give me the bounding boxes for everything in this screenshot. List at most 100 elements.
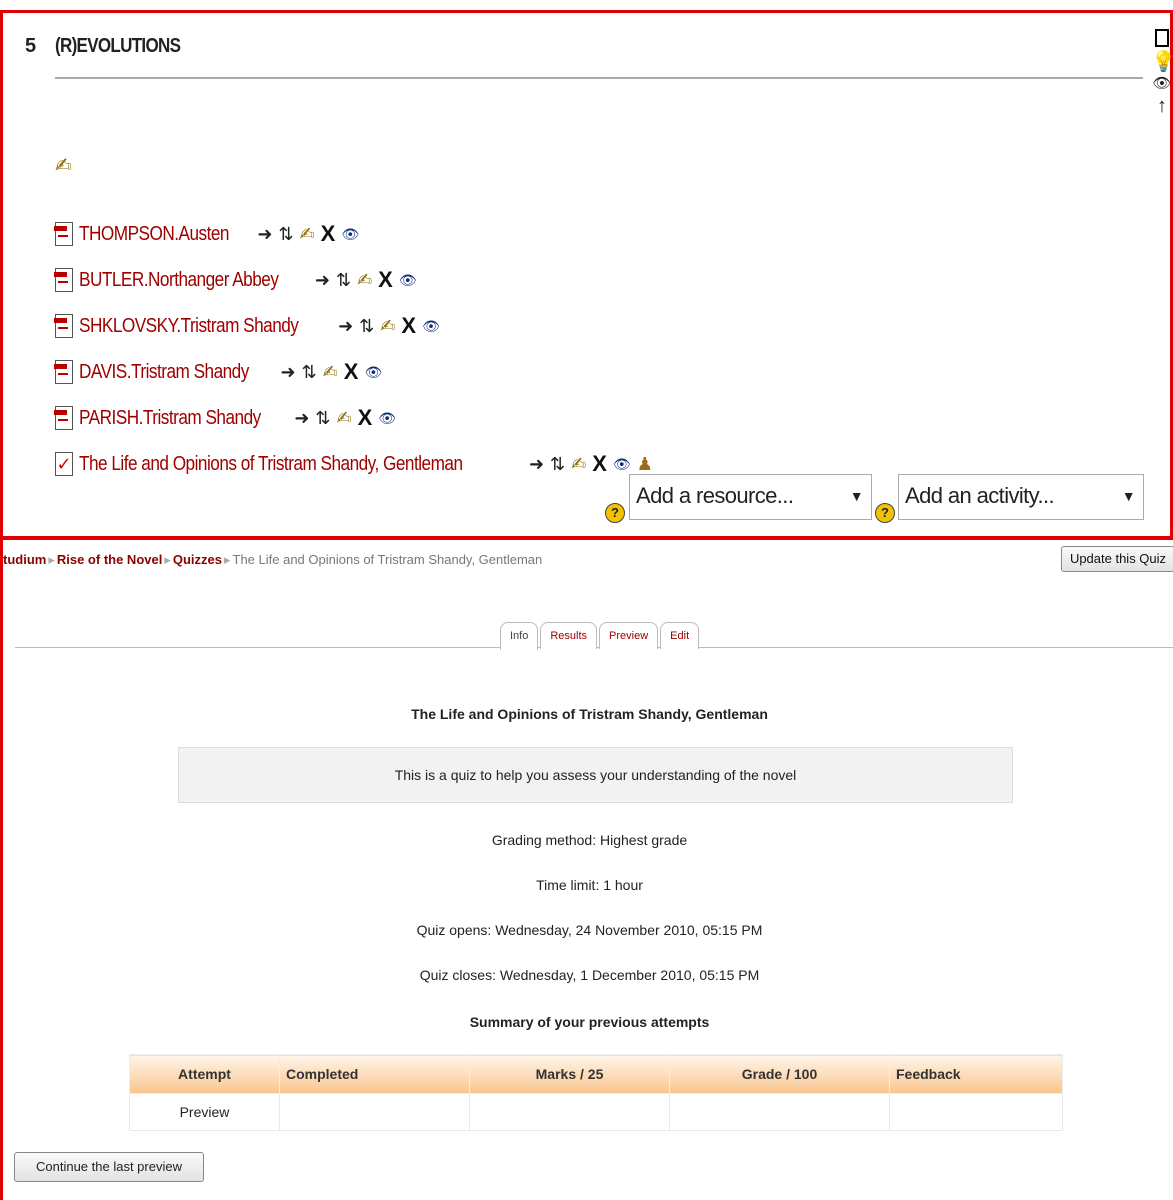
- eye-icon[interactable]: 👁: [364, 364, 382, 381]
- resource-link[interactable]: BUTLER.Northanger Abbey: [79, 269, 279, 292]
- move-icon[interactable]: ⇅: [302, 362, 317, 383]
- resource-link[interactable]: The Life and Opinions of Tristram Shandy…: [79, 453, 463, 476]
- move-right-icon[interactable]: ➜: [315, 270, 330, 291]
- list-item: PARISH.Tristram Shandy ➜ ⇅ ✍ X 👁: [54, 395, 653, 441]
- add-activity-select[interactable]: Add an activity... ▼: [898, 474, 1144, 520]
- table-cell: [469, 1093, 670, 1131]
- edit-icon[interactable]: ✍: [380, 316, 395, 337]
- column-header: Completed: [279, 1054, 470, 1094]
- quiz-title: The Life and Opinions of Tristram Shandy…: [411, 706, 768, 722]
- section-title: (R)EVOLUTIONS: [55, 35, 181, 57]
- arrow-up-icon[interactable]: ↑: [1151, 95, 1173, 117]
- resource-link[interactable]: THOMPSON.Austen: [79, 223, 229, 246]
- delete-icon[interactable]: X: [344, 359, 359, 385]
- column-header: Attempt: [129, 1054, 280, 1094]
- time-limit: Time limit: 1 hour: [536, 877, 643, 893]
- resource-actions: ➜ ⇅ ✍ X 👁: [338, 313, 440, 339]
- add-activity-label: Add an activity...: [905, 483, 1055, 508]
- quiz-closes: Quiz closes: Wednesday, 1 December 2010,…: [419, 967, 760, 983]
- move-icon[interactable]: ⇅: [278, 224, 293, 245]
- delete-icon[interactable]: X: [401, 313, 416, 339]
- move-right-icon[interactable]: ➜: [257, 224, 272, 245]
- edit-icon[interactable]: ✍: [357, 270, 372, 291]
- chevron-down-icon: ▼: [1121, 488, 1136, 504]
- move-icon[interactable]: ⇅: [550, 454, 565, 475]
- resource-list: THOMPSON.Austen ➜ ⇅ ✍ X 👁 BUTLER.Northan…: [54, 211, 653, 487]
- breadcrumb: tudium ▸ Rise of the Novel ▸ Quizzes ▸ The Lif…: [3, 552, 543, 567]
- move-icon[interactable]: ⇅: [315, 408, 330, 429]
- tab-preview[interactable]: Preview: [599, 622, 659, 649]
- resource-actions: ➜ ⇅ ✍ X 👁: [315, 267, 417, 293]
- list-item: BUTLER.Northanger Abbey ➜ ⇅ ✍ X 👁: [54, 257, 653, 303]
- pdf-icon: [54, 360, 73, 384]
- quiz-tabs: Info Results Preview Edit: [500, 622, 700, 650]
- column-header: Marks / 25: [469, 1054, 670, 1094]
- tab-info[interactable]: Info: [500, 622, 539, 650]
- move-right-icon[interactable]: ➜: [529, 454, 544, 475]
- tab-edit[interactable]: Edit: [660, 622, 700, 649]
- edit-summary-icon[interactable]: ✍: [55, 153, 72, 178]
- grading-method: Grading method: Highest grade: [491, 832, 688, 848]
- eye-icon[interactable]: 👁: [399, 272, 417, 289]
- eye-icon[interactable]: 👁: [1151, 73, 1173, 95]
- breadcrumb-current: The Life and Opinions of Tristram Shandy…: [232, 552, 543, 567]
- help-icon[interactable]: ?: [605, 503, 625, 523]
- help-icon[interactable]: ?: [875, 503, 895, 523]
- delete-icon[interactable]: X: [378, 267, 393, 293]
- edit-icon[interactable]: ✍: [300, 224, 315, 245]
- move-right-icon[interactable]: ➜: [294, 408, 309, 429]
- update-quiz-button[interactable]: Update this Quiz: [1061, 546, 1173, 572]
- section-number: 5: [25, 35, 36, 57]
- breadcrumb-root[interactable]: tudium: [3, 552, 46, 567]
- delete-icon[interactable]: X: [592, 451, 607, 477]
- table-cell: [889, 1093, 1063, 1131]
- table-cell: Preview: [129, 1093, 280, 1131]
- pdf-icon: [54, 222, 73, 246]
- list-item: ✓ The Life and Opinions of Tristram Shan…: [55, 441, 653, 487]
- resource-link[interactable]: PARISH.Tristram Shandy: [79, 407, 261, 430]
- edit-icon[interactable]: ✍: [337, 408, 352, 429]
- pdf-icon: [54, 314, 73, 338]
- quiz-page: tudium ▸ Rise of the Novel ▸ Quizzes ▸ The Lif…: [0, 540, 1173, 1200]
- section-divider: [55, 77, 1143, 79]
- quiz-intro: This is a quiz to help you assess your u…: [178, 747, 1013, 803]
- delete-icon[interactable]: X: [358, 405, 373, 431]
- mark-checkbox-icon[interactable]: [1151, 29, 1173, 47]
- quiz-opens: Quiz opens: Wednesday, 24 November 2010,…: [416, 922, 763, 938]
- delete-icon[interactable]: X: [321, 221, 336, 247]
- column-header: Grade / 100: [669, 1054, 890, 1094]
- eye-icon[interactable]: 👁: [422, 318, 440, 335]
- resource-actions: ➜ ⇅ ✍ X 👁: [280, 359, 382, 385]
- resource-actions: ➜ ⇅ ✍ X 👁: [257, 221, 359, 247]
- breadcrumb-quizzes[interactable]: Quizzes: [173, 552, 222, 567]
- move-right-icon[interactable]: ➜: [338, 316, 353, 337]
- edit-icon[interactable]: ✍: [571, 454, 586, 475]
- list-item: SHKLOVSKY.Tristram Shandy ➜ ⇅ ✍ X 👁: [54, 303, 653, 349]
- list-item: DAVIS.Tristram Shandy ➜ ⇅ ✍ X 👁: [54, 349, 653, 395]
- eye-icon[interactable]: 👁: [613, 456, 631, 473]
- edit-icon[interactable]: ✍: [323, 362, 338, 383]
- lightbulb-icon[interactable]: 💡: [1151, 51, 1173, 73]
- breadcrumb-course[interactable]: Rise of the Novel: [57, 552, 162, 567]
- resource-actions: ➜ ⇅ ✍ X 👁: [294, 405, 396, 431]
- move-icon[interactable]: ⇅: [336, 270, 351, 291]
- continue-preview-button[interactable]: Continue the last preview: [14, 1152, 204, 1182]
- summary-title: Summary of your previous attempts: [469, 1014, 710, 1030]
- table-row: Preview: [129, 1093, 1063, 1131]
- move-right-icon[interactable]: ➜: [280, 362, 295, 383]
- pdf-icon: [54, 406, 73, 430]
- move-icon[interactable]: ⇅: [359, 316, 374, 337]
- add-resource-label: Add a resource...: [636, 483, 794, 508]
- resource-link[interactable]: SHKLOVSKY.Tristram Shandy: [79, 315, 299, 338]
- tab-results[interactable]: Results: [540, 622, 598, 649]
- column-header: Feedback: [889, 1054, 1063, 1094]
- resource-link[interactable]: DAVIS.Tristram Shandy: [79, 361, 249, 384]
- group-mode-icon[interactable]: ♟: [637, 454, 653, 475]
- table-cell: [669, 1093, 890, 1131]
- eye-icon[interactable]: 👁: [378, 410, 396, 427]
- table-cell: [279, 1093, 470, 1131]
- eye-icon[interactable]: 👁: [341, 226, 359, 243]
- add-resource-select[interactable]: Add a resource... ▼: [629, 474, 872, 520]
- table-header-row: Attempt Completed Marks / 25 Grade / 100…: [129, 1054, 1063, 1094]
- section-controls: 💡 👁 ↑: [1151, 27, 1173, 117]
